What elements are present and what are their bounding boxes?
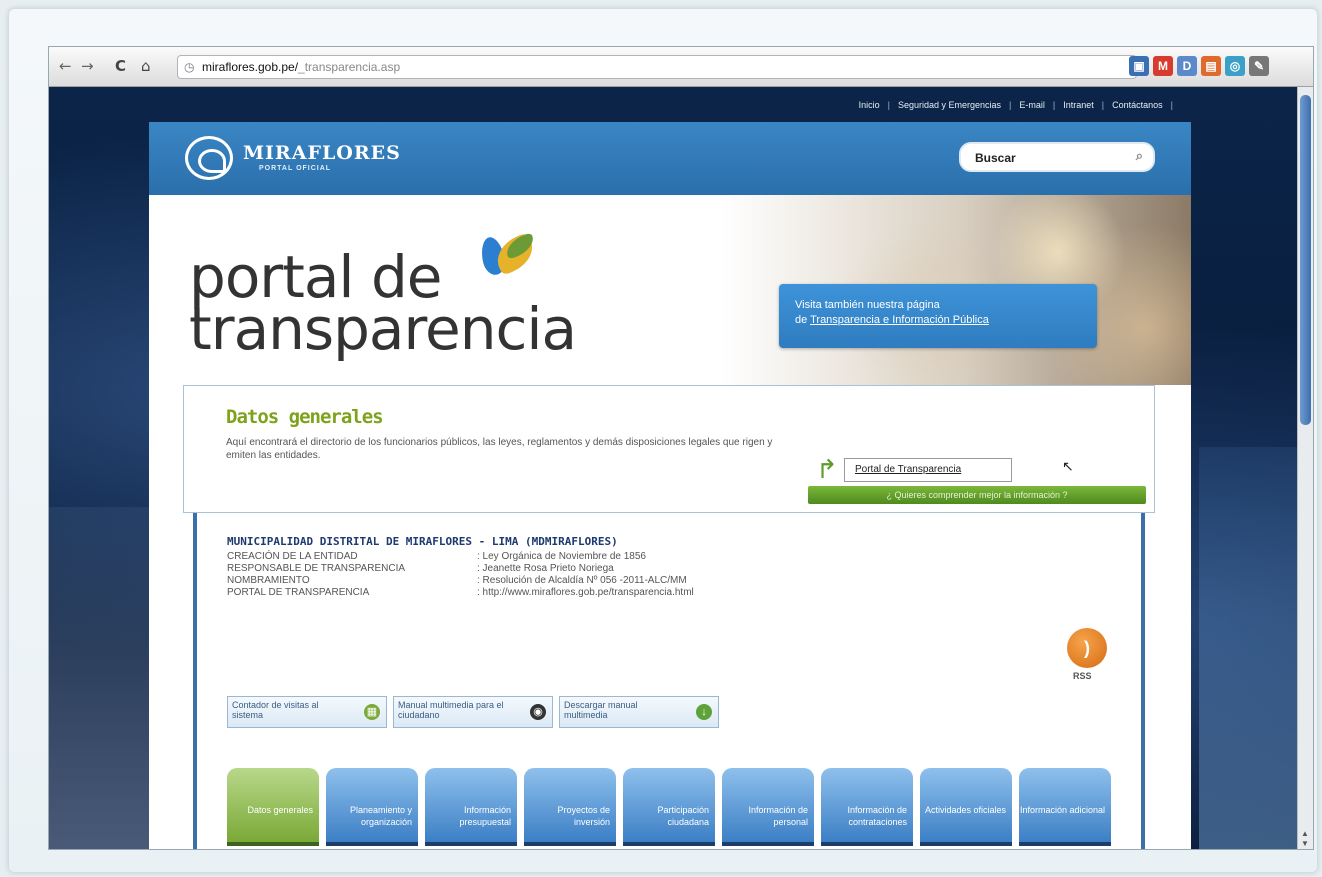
toplink-separator: | (1009, 100, 1012, 110)
url-host: miraflores.gob.pe/ (202, 60, 299, 74)
visit-transparency-box[interactable]: Visita también nuestra página de Transpa… (779, 284, 1097, 348)
tool-button-label: Manual multimedia para el ciudadano (398, 700, 504, 720)
site-container: MIRAFLORES PORTAL OFICIAL Buscar ⌕ porta… (149, 122, 1191, 849)
search-placeholder: Buscar (975, 151, 1016, 165)
page-viewport: Inicio | Seguridad y Emergencias | E-mail | In… (49, 87, 1299, 849)
tab-1[interactable]: Planeamiento y organización (326, 768, 418, 846)
datos-title: Datos generales (226, 406, 384, 428)
disc-icon: ◉ (530, 704, 546, 720)
visit-line1: Visita también nuestra página (795, 299, 940, 311)
bookmark-ext-icon[interactable]: ▣ (1129, 56, 1149, 76)
vertical-scrollbar[interactable]: ▲ ▼ (1297, 87, 1313, 849)
tab-7[interactable]: Actividades oficiales (920, 768, 1012, 846)
tab-3[interactable]: Proyectos de inversión (524, 768, 616, 846)
url-path: _transparencia.asp (298, 60, 401, 74)
address-bar[interactable]: ◷ miraflores.gob.pe/_transparencia.asp ☆ (177, 55, 1238, 79)
entity-row-key: NOMBRAMIENTO (227, 575, 310, 586)
site-header: MIRAFLORES PORTAL OFICIAL Buscar ⌕ (149, 122, 1191, 195)
logo-text[interactable]: MIRAFLORES (243, 142, 401, 164)
scrollbar-thumb[interactable] (1300, 95, 1311, 425)
entity-row-key: RESPONSABLE DE TRANSPARENCIA (227, 563, 406, 574)
visit-line2: de Transparencia e Información Pública (795, 314, 989, 326)
entity-row-value: : Ley Orgánica de Noviembre de 1856 (477, 551, 646, 562)
comprender-info-bar[interactable]: ¿ Quieres comprender mejor la informació… (808, 486, 1146, 504)
tab-2[interactable]: Información presupuestal (425, 768, 517, 846)
search-input[interactable]: Buscar ⌕ (959, 142, 1155, 172)
toplink-4[interactable]: Contáctanos (1112, 100, 1163, 110)
browser-toolbar: ← → C ⌂ ◷ miraflores.gob.pe/_transparenc… (49, 47, 1313, 87)
entity-row: CREACIÓN DE LA ENTIDAD : Ley Orgánica de … (227, 551, 646, 563)
toplink-separator: | (1101, 100, 1105, 110)
top-links: Inicio | Seguridad y Emergencias | E-mail | In… (859, 100, 1181, 110)
mouse-cursor-icon: ↖ (1062, 458, 1074, 474)
scroll-up-arrow-icon[interactable]: ▲ (1301, 829, 1309, 838)
entity-info-panel: MUNICIPALIDAD DISTRITAL DE MIRAFLORES - … (193, 513, 1145, 849)
scroll-down-arrow-icon[interactable]: ▼ (1301, 839, 1309, 848)
entity-title: MUNICIPALIDAD DISTRITAL DE MIRAFLORES - … (227, 535, 618, 548)
entity-row: NOMBRAMIENTO : Resolución de Alcaldía Nº … (227, 575, 687, 587)
tool-button-0[interactable]: Contador de visitas al sistema ▦ (227, 696, 387, 728)
back-button[interactable]: ← (59, 57, 72, 75)
tab-4[interactable]: Participación ciudadana (623, 768, 715, 846)
docs-icon[interactable]: D (1177, 56, 1197, 76)
tool-button-1[interactable]: Manual multimedia para el ciudadano ◉ (393, 696, 553, 728)
curved-arrow-icon: ↱ (816, 454, 838, 484)
toplink-separator: | (887, 100, 890, 110)
browser-window: ← → C ⌂ ◷ miraflores.gob.pe/_transparenc… (48, 46, 1314, 850)
transparency-link[interactable]: Transparencia e Información Pública (810, 314, 989, 326)
gmail-icon[interactable]: M (1153, 56, 1173, 76)
entity-row: RESPONSABLE DE TRANSPARENCIA : Jeanette R… (227, 563, 614, 575)
globe-icon: ◷ (184, 60, 195, 74)
search-icon[interactable]: ⌕ (1136, 148, 1143, 164)
entity-row-key: CREACIÓN DE LA ENTIDAD (227, 551, 358, 562)
tab-0[interactable]: Datos generales (227, 768, 319, 846)
rss-icon[interactable]: ) (1067, 628, 1107, 668)
rss-ext-icon[interactable]: ▤ (1201, 56, 1221, 76)
globe-ext-icon[interactable]: ◎ (1225, 56, 1245, 76)
city-background-right (1199, 447, 1299, 849)
entity-row-value: : Jeanette Rosa Prieto Noriega (477, 563, 614, 574)
datos-description: Aquí encontrará el directorio de los fun… (226, 437, 773, 461)
toplink-1[interactable]: Seguridad y Emergencias (898, 100, 1001, 110)
entity-row-value: : Resolución de Alcaldía Nº 056 -2011-AL… (477, 575, 687, 586)
download-icon: ↓ (696, 704, 712, 720)
tool-button-2[interactable]: Descargar manual multimedia ↓ (559, 696, 719, 728)
entity-row-value[interactable]: : http://www.miraflores.gob.pe/transpare… (477, 587, 694, 598)
portal-title-line2: transparencia (189, 295, 577, 363)
tab-5[interactable]: Información de personal (722, 768, 814, 846)
toplink-2[interactable]: E-mail (1019, 100, 1045, 110)
logo-subtitle: PORTAL OFICIAL (259, 165, 332, 172)
tab-6[interactable]: Información de contrataciones (821, 768, 913, 846)
portal-transparencia-button[interactable]: Portal de Transparencia (844, 458, 1012, 482)
forward-button[interactable]: → (81, 57, 94, 75)
home-button[interactable]: ⌂ (141, 57, 151, 75)
tab-8[interactable]: Información adicional (1019, 768, 1111, 846)
toplink-separator: | (1170, 100, 1173, 110)
toplink-separator: | (1052, 100, 1056, 110)
wrench-icon[interactable]: ✎ (1249, 56, 1269, 76)
entity-row-key: PORTAL DE TRANSPARENCIA (227, 587, 370, 598)
reload-button[interactable]: C (115, 57, 126, 75)
datos-generales-section: Datos generales Aquí encontrará el direc… (183, 385, 1155, 513)
miraflores-logo-icon[interactable] (185, 136, 233, 180)
entity-row: PORTAL DE TRANSPARENCIA : http://www.mira… (227, 587, 694, 599)
rss-label: RSS (1073, 671, 1092, 681)
counter-icon: ▦ (364, 704, 380, 720)
toplink-0[interactable]: Inicio (859, 100, 880, 110)
city-background-left (49, 507, 149, 849)
tool-button-label: Descargar manual multimedia (564, 700, 638, 720)
tool-button-label: Contador de visitas al sistema (232, 700, 319, 720)
toplink-3[interactable]: Intranet (1063, 100, 1094, 110)
